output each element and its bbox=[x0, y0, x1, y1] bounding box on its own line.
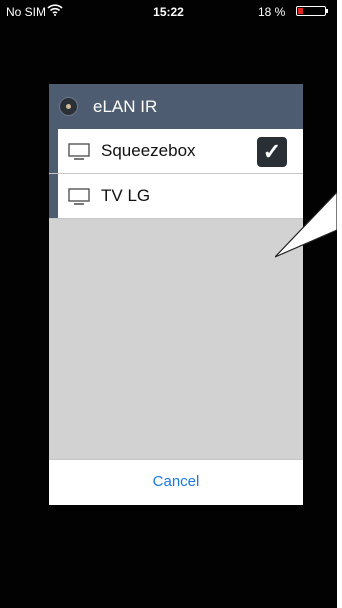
monitor-icon bbox=[68, 188, 90, 205]
dialog-title: eLAN IR bbox=[93, 97, 158, 116]
cancel-button[interactable]: Cancel bbox=[49, 473, 303, 490]
device-item-squeezebox[interactable]: Squeezebox ✓ bbox=[49, 129, 303, 174]
phone-screen: No SIM 15:22 18 % eLAN IR Squeezebox ✓ T… bbox=[0, 0, 337, 608]
clock: 15:22 bbox=[153, 5, 184, 19]
device-item-tv-lg[interactable]: TV LG bbox=[49, 174, 303, 219]
device-list: Squeezebox ✓ TV LG bbox=[49, 129, 303, 219]
device-label: Squeezebox bbox=[101, 141, 196, 160]
device-label: TV LG bbox=[101, 186, 151, 205]
battery-tip bbox=[326, 9, 328, 13]
callout-pointer bbox=[275, 191, 337, 258]
device-dialog: eLAN IR Squeezebox ✓ TV LG Cancel bbox=[49, 84, 303, 505]
device-checkbox[interactable]: ✓ bbox=[257, 137, 287, 167]
elan-icon bbox=[59, 97, 78, 116]
status-bar: No SIM 15:22 18 % bbox=[0, 0, 337, 22]
dialog-footer: Cancel bbox=[49, 459, 303, 505]
battery-percentage: 18 % bbox=[258, 5, 286, 19]
battery-fill bbox=[298, 8, 303, 14]
battery-icon bbox=[296, 6, 326, 16]
dialog-header: eLAN IR bbox=[49, 84, 303, 129]
monitor-icon bbox=[68, 143, 90, 160]
